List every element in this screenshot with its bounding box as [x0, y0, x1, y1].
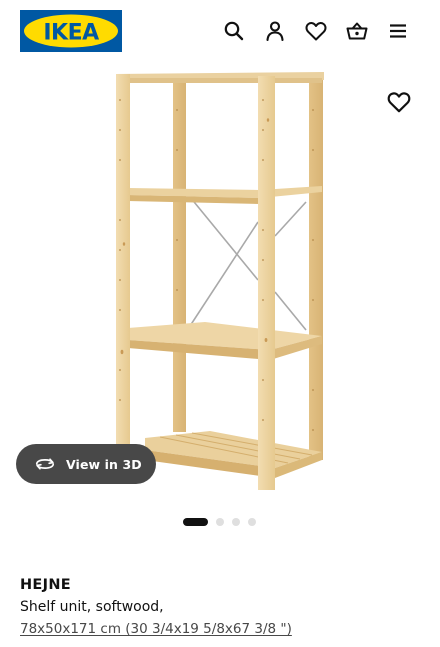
pagination-dot-1-active[interactable] — [183, 518, 208, 526]
pagination-dot-4[interactable] — [248, 518, 256, 526]
product-description: Shelf unit, softwood, — [20, 599, 164, 615]
favourites-icon[interactable] — [304, 19, 328, 43]
ikea-logo[interactable]: IKEA — [20, 10, 122, 52]
rotate-3d-icon — [35, 458, 55, 470]
product-name: HEJNE — [20, 577, 71, 593]
pagination-dot-2[interactable] — [216, 518, 224, 526]
heart-outline-icon[interactable] — [386, 89, 412, 115]
basket-icon[interactable] — [345, 19, 369, 43]
account-icon[interactable] — [263, 19, 287, 43]
product-size-link[interactable]: 78x50x171 cm (30 3/4x19 5/8x67 3/8 ") — [20, 618, 292, 640]
image-pagination — [0, 518, 440, 526]
product-image[interactable] — [0, 62, 440, 502]
ikea-logo-text: IKEA — [43, 21, 99, 46]
menu-icon[interactable] — [386, 19, 410, 43]
top-header: IKEA — [0, 0, 440, 62]
pagination-dot-3[interactable] — [232, 518, 240, 526]
view-in-3d-button[interactable]: View in 3D — [16, 444, 156, 484]
view-in-3d-label: View in 3D — [66, 456, 142, 472]
product-image-gallery[interactable]: View in 3D — [0, 62, 440, 502]
product-info: HEJNE Shelf unit, softwood, 78x50x171 cm… — [20, 574, 430, 640]
search-icon[interactable] — [222, 19, 246, 43]
